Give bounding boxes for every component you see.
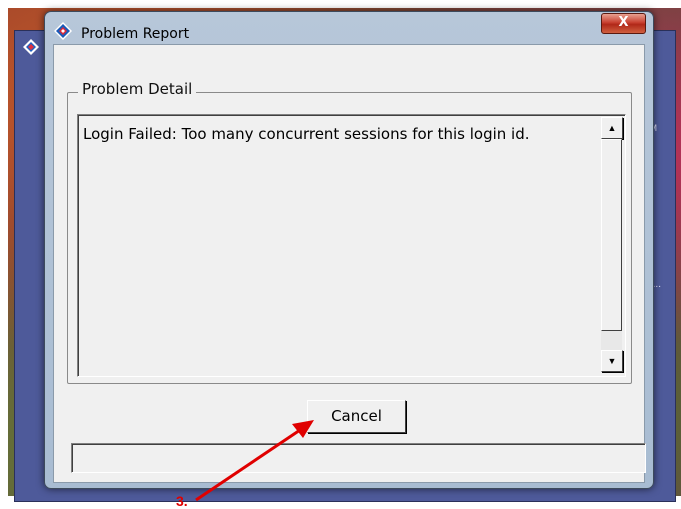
scroll-track[interactable] — [601, 139, 622, 351]
arrow-down-icon: ▼ — [607, 356, 617, 366]
dialog-client-area: Problem Detail Login Failed: Too many co… — [53, 44, 646, 483]
scroll-up-button[interactable]: ▲ — [601, 117, 623, 139]
arrow-up-icon: ▲ — [607, 123, 617, 133]
app-icon — [23, 39, 39, 55]
title-bar[interactable]: Problem Report X — [45, 12, 653, 44]
cancel-button[interactable]: Cancel — [307, 400, 406, 433]
problem-report-dialog: Problem Report X Problem Detail Login Fa… — [44, 11, 654, 489]
problem-detail-textarea[interactable]: Login Failed: Too many concurrent sessio… — [77, 114, 626, 377]
problem-detail-label: Problem Detail — [78, 80, 197, 98]
status-bar — [71, 443, 646, 473]
close-button[interactable]: X — [601, 13, 646, 34]
app-icon — [54, 22, 72, 40]
scroll-down-button[interactable]: ▼ — [601, 350, 623, 372]
vertical-scrollbar[interactable]: ▲ ▼ — [601, 117, 623, 374]
dialog-title: Problem Report — [81, 26, 190, 42]
annotation-number: 3. — [176, 493, 188, 509]
problem-message: Login Failed: Too many concurrent sessio… — [83, 125, 530, 143]
scroll-thumb[interactable] — [601, 139, 622, 331]
